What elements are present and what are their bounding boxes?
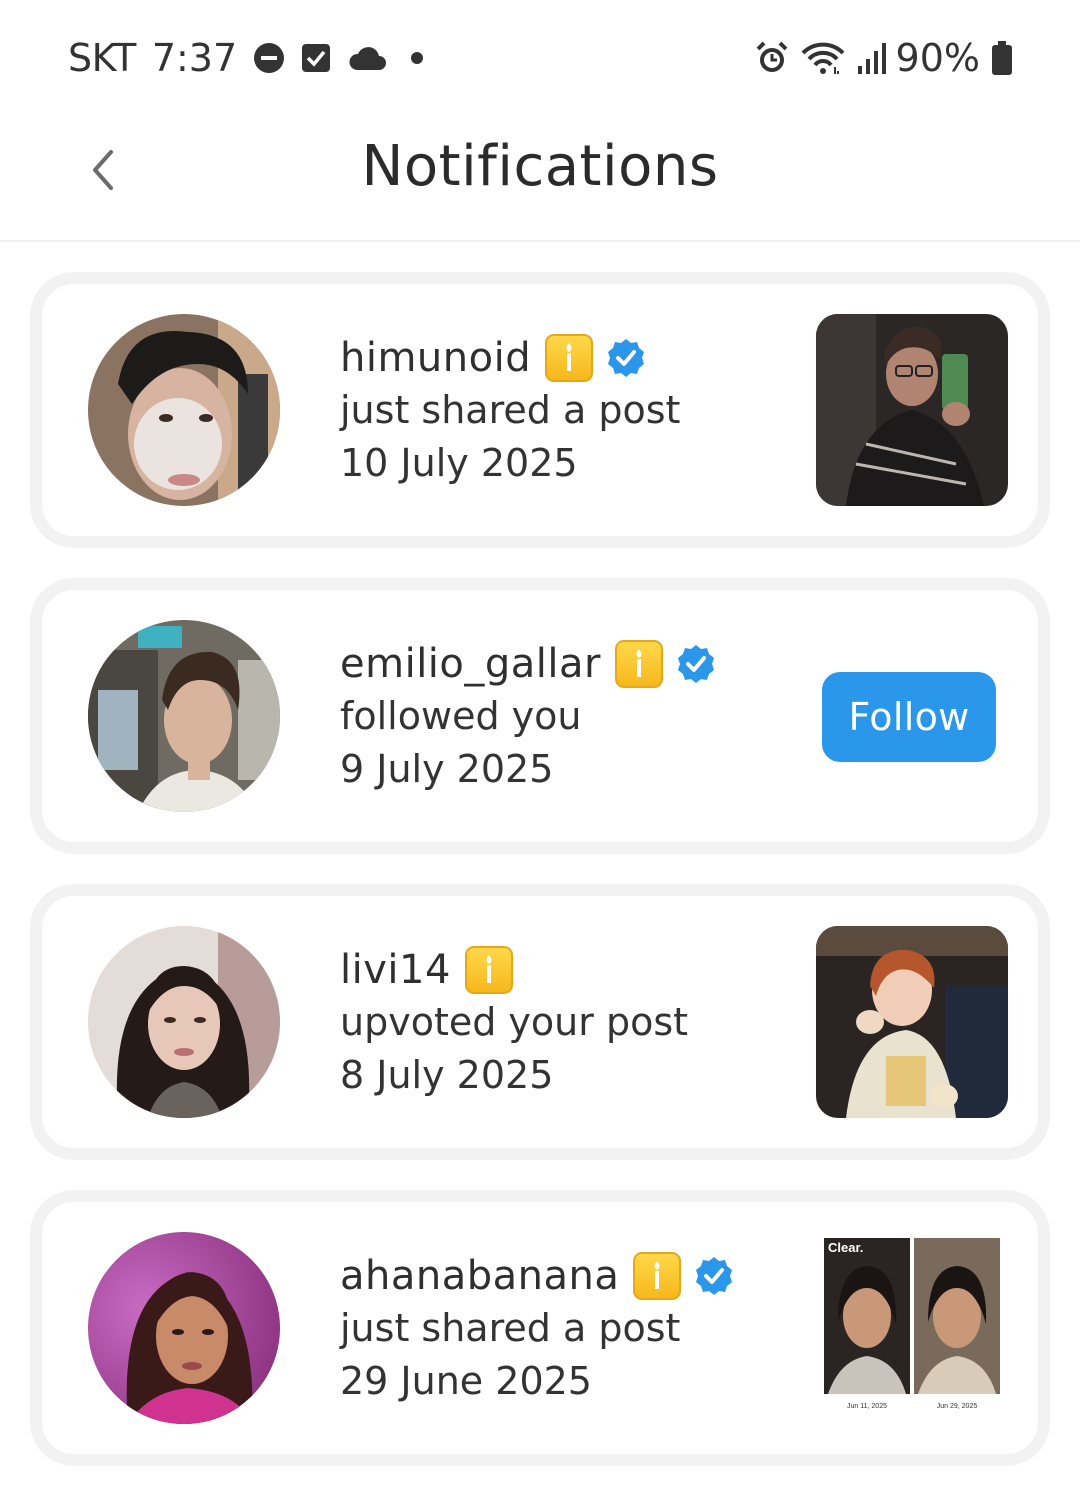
candle-badge-icon: [464, 946, 513, 994]
candle-badge-icon: [545, 334, 594, 382]
candle-badge-icon: [633, 1252, 682, 1300]
notification-card[interactable]: ahanabanana just shared a post 29 June 2…: [30, 1190, 1050, 1466]
candle-badge-icon: [614, 640, 663, 688]
checkbox-icon: [301, 43, 331, 73]
avatar[interactable]: [88, 314, 280, 506]
dot-icon: [403, 48, 431, 68]
post-thumbnail[interactable]: [816, 314, 1008, 506]
notification-date: 29 June 2025: [340, 1359, 592, 1403]
carrier-label: SKT: [68, 36, 136, 80]
verified-icon: [605, 337, 647, 379]
status-right: 90%: [754, 34, 1014, 82]
battery-percent: 90%: [895, 36, 980, 80]
alarm-icon: [754, 40, 790, 76]
notification-text: himunoid just shared a post 10 July 2025: [340, 330, 800, 490]
post-thumbnail[interactable]: [816, 926, 1008, 1118]
verified-icon: [675, 643, 717, 685]
verified-icon: [693, 1255, 735, 1297]
name-row: livi14: [340, 942, 800, 998]
app-header: Notifications: [0, 110, 1080, 242]
thumb-brand-label: Clear.: [828, 1240, 863, 1255]
avatar[interactable]: [88, 1232, 280, 1424]
username[interactable]: ahanabanana: [340, 1253, 619, 1299]
clock-label: 7:37: [151, 36, 238, 80]
notification-date: 9 July 2025: [340, 747, 554, 791]
notification-text: ahanabanana just shared a post 29 June 2…: [340, 1248, 800, 1408]
status-bar: SKT 7:37 90%: [0, 0, 1080, 110]
username[interactable]: emilio_gallar: [340, 641, 601, 687]
name-row: himunoid: [340, 330, 800, 386]
notification-action: followed you: [340, 694, 582, 738]
notification-text: emilio_gallar followed you 9 July 2025: [340, 636, 800, 796]
notification-action: just shared a post: [340, 388, 681, 432]
notification-card[interactable]: livi14 upvoted your post 8 July 2025: [30, 884, 1050, 1160]
status-left: SKT 7:37: [68, 34, 431, 82]
notification-text: livi14 upvoted your post 8 July 2025: [340, 942, 800, 1102]
username[interactable]: livi14: [340, 947, 451, 993]
notification-card[interactable]: himunoid just shared a post 10 July 2025: [30, 272, 1050, 548]
follow-button[interactable]: Follow: [822, 672, 996, 762]
do-not-disturb-icon: [253, 42, 285, 74]
notification-date: 8 July 2025: [340, 1053, 554, 1097]
name-row: emilio_gallar: [340, 636, 800, 692]
avatar[interactable]: [88, 926, 280, 1118]
notification-date: 10 July 2025: [340, 441, 578, 485]
page-title: Notifications: [361, 134, 719, 199]
signal-icon: [856, 42, 886, 74]
wifi-icon: [800, 41, 846, 75]
notification-action: just shared a post: [340, 1306, 681, 1350]
notification-action: upvoted your post: [340, 1000, 689, 1044]
name-row: ahanabanana: [340, 1248, 800, 1304]
thumb-left-caption: Jun 11, 2025: [847, 1403, 887, 1410]
post-thumbnail[interactable]: Clear. Jun 11, 2025 Jun 29, 2025: [816, 1232, 1008, 1424]
notification-card[interactable]: emilio_gallar followed you 9 July 2025 F…: [30, 578, 1050, 854]
avatar[interactable]: [88, 620, 280, 812]
notification-list: himunoid just shared a post 10 July 2025: [30, 272, 1050, 1494]
thumb-right-caption: Jun 29, 2025: [937, 1403, 978, 1410]
battery-icon: [990, 40, 1014, 76]
cloud-icon: [347, 44, 387, 72]
username[interactable]: himunoid: [340, 335, 531, 381]
